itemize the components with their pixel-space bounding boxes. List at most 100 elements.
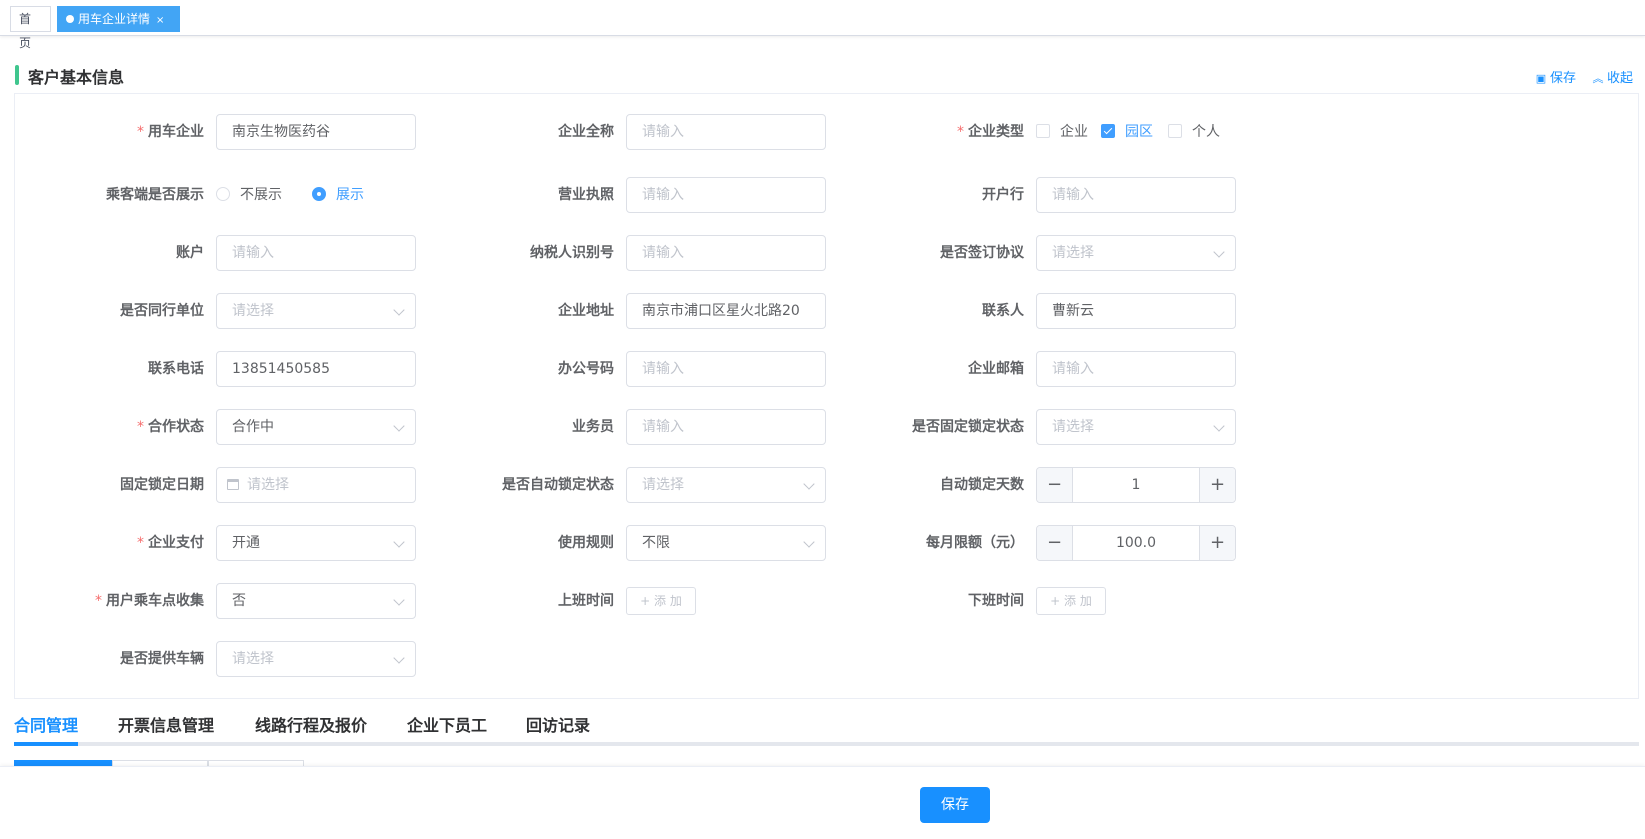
taxid-input[interactable]: 请输入 [626, 235, 826, 271]
fixlock-label: 是否固定锁定状态 [912, 419, 1024, 435]
offwork-label: 下班时间 [968, 593, 1024, 609]
bank-input[interactable]: 请输入 [1036, 177, 1236, 213]
agreement-select-value: 请选择 [1052, 245, 1094, 261]
chevron-down-icon [393, 420, 405, 432]
tag-home[interactable]: 首页 [10, 6, 51, 50]
fullname-input[interactable]: 请输入 [626, 114, 826, 150]
coop-select-value: 合作中 [232, 419, 274, 435]
chevron-up-icon: ︽ [1592, 72, 1604, 85]
pay-label: * 企业支付 [137, 535, 204, 551]
pay-select[interactable]: 开通 [216, 525, 416, 561]
address-input[interactable]: 南京市浦口区星火北路20 [626, 293, 826, 329]
autolock-label: 是否自动锁定状态 [502, 477, 614, 493]
account-label: 账户 [176, 245, 204, 261]
plus-icon[interactable]: + [1199, 468, 1235, 502]
pickup-select[interactable]: 否 [216, 583, 416, 619]
save-button[interactable]: 保存 [920, 787, 990, 823]
chevron-down-icon [393, 652, 405, 664]
detail-tabs: 合同管理 开票信息管理 线路行程及报价 企业下员工 回访记录 [14, 706, 1639, 746]
coop-label: * 合作状态 [137, 419, 204, 435]
fixlock-select[interactable]: 请选择 [1036, 409, 1236, 445]
contact-input[interactable]: 曹新云 [1036, 293, 1236, 329]
peer-select[interactable]: 请选择 [216, 293, 416, 329]
fullname-label: 企业全称 [558, 124, 614, 140]
vehicle-select-value: 请选择 [232, 651, 274, 667]
sales-label: 业务员 [572, 419, 614, 435]
type-checkbox-personal[interactable]: 个人 [1168, 114, 1220, 150]
minus-icon[interactable]: − [1037, 468, 1073, 502]
section-accent-bar [15, 65, 19, 85]
limit-value[interactable]: 100.0 [1073, 526, 1199, 560]
contact-label: 联系人 [982, 303, 1024, 319]
tab-visit-records[interactable]: 回访记录 [526, 712, 590, 742]
phone-input[interactable]: 13851450585 [216, 351, 416, 387]
type-label: * 企业类型 [957, 124, 1024, 140]
tags-view: 首页 用车企业详情 × [0, 0, 1645, 50]
header-save-label: 保存 [1550, 71, 1577, 86]
chevron-down-icon [1213, 246, 1225, 258]
bank-label: 开户行 [982, 187, 1024, 203]
autolock-select-value: 请选择 [642, 477, 684, 493]
office-input[interactable]: 请输入 [626, 351, 826, 387]
vehicle-select[interactable]: 请选择 [216, 641, 416, 677]
onwork-add-button[interactable]: + 添 加 [626, 587, 696, 615]
tab-invoice[interactable]: 开票信息管理 [118, 712, 214, 742]
close-icon[interactable]: × [156, 15, 164, 26]
agreement-select[interactable]: 请选择 [1036, 235, 1236, 271]
license-label: 营业执照 [558, 187, 614, 203]
tag-home-label: 首页 [19, 12, 32, 50]
autolock-select[interactable]: 请选择 [626, 467, 826, 503]
sales-input[interactable]: 请输入 [626, 409, 826, 445]
fixdate-picker-value: 请选择 [247, 477, 289, 493]
fixlock-select-value: 请选择 [1052, 419, 1094, 435]
tab-employees[interactable]: 企业下员工 [407, 712, 487, 742]
calendar-icon [227, 479, 239, 490]
pickup-select-value: 否 [232, 593, 246, 609]
phone-label: 联系电话 [148, 361, 204, 377]
offwork-add-button[interactable]: + 添 加 [1036, 587, 1106, 615]
collapse-label: 收起 [1607, 71, 1634, 86]
plus-icon[interactable]: + [1199, 526, 1235, 560]
autodays-label: 自动锁定天数 [940, 477, 1024, 493]
limit-stepper: − 100.0 + [1036, 525, 1236, 561]
limit-label: 每月限额（元） [926, 535, 1024, 551]
type-checkbox-park[interactable]: 园区 [1101, 114, 1153, 150]
show-radio-hide[interactable]: 不展示 [216, 177, 282, 213]
email-label: 企业邮箱 [968, 361, 1024, 377]
fixdate-picker[interactable]: 请选择 [216, 467, 416, 503]
license-input[interactable]: 请输入 [626, 177, 826, 213]
rule-label: 使用规则 [558, 535, 614, 551]
footer-bar: 保存 [0, 766, 1645, 839]
save-icon: ▣ [1535, 72, 1547, 85]
chevron-down-icon [393, 536, 405, 548]
header-save-button[interactable]: ▣ 保存 [1535, 67, 1576, 86]
rule-select-value: 不限 [642, 535, 670, 551]
agreement-label: 是否签订协议 [940, 245, 1024, 261]
company-label: * 用车企业 [137, 124, 204, 140]
chevron-down-icon [803, 536, 815, 548]
tag-company-detail[interactable]: 用车企业详情 × [57, 6, 180, 32]
pickup-label: * 用户乘车点收集 [95, 593, 204, 609]
email-input[interactable]: 请输入 [1036, 351, 1236, 387]
type-checkbox-company[interactable]: 企业 [1036, 114, 1088, 150]
active-tab-indicator [14, 742, 78, 746]
tab-contract[interactable]: 合同管理 [14, 712, 78, 742]
coop-select[interactable]: 合作中 [216, 409, 416, 445]
office-label: 办公号码 [558, 361, 614, 377]
account-input[interactable]: 请输入 [216, 235, 416, 271]
company-input[interactable]: 南京生物医药谷 [216, 114, 416, 150]
peer-select-value: 请选择 [232, 303, 274, 319]
chevron-down-icon [393, 304, 405, 316]
rule-select[interactable]: 不限 [626, 525, 826, 561]
collapse-button[interactable]: ︽ 收起 [1592, 67, 1634, 86]
chevron-down-icon [393, 594, 405, 606]
tag-company-detail-label: 用车企业详情 [78, 12, 151, 26]
autodays-value[interactable]: 1 [1073, 468, 1199, 502]
fixdate-label: 固定锁定日期 [120, 477, 204, 493]
section-title: 客户基本信息 [28, 68, 125, 87]
tab-route-quote[interactable]: 线路行程及报价 [255, 712, 367, 742]
minus-icon[interactable]: − [1037, 526, 1073, 560]
address-label: 企业地址 [558, 303, 614, 319]
vehicle-label: 是否提供车辆 [120, 651, 204, 667]
show-radio-show[interactable]: 展示 [312, 177, 364, 213]
